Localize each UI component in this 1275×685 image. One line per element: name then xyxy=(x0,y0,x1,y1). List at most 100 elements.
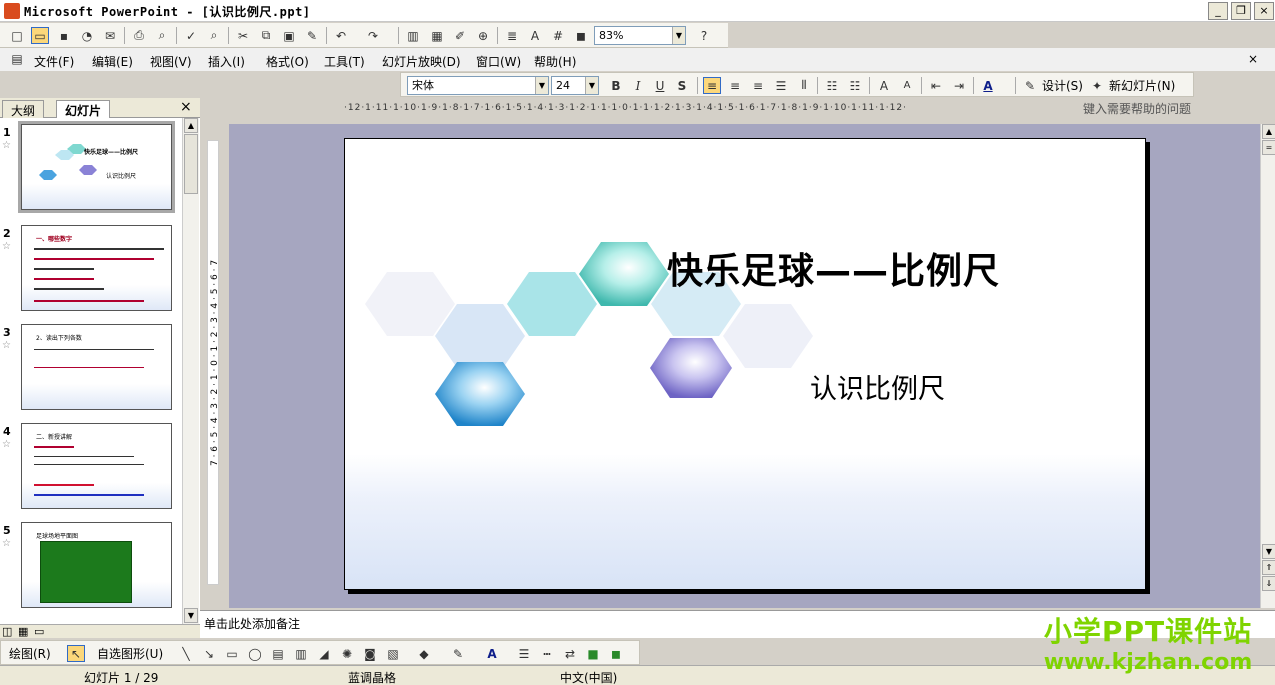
open-icon[interactable]: ▭ xyxy=(31,27,49,44)
fill-color-icon[interactable]: ◆ xyxy=(415,645,433,662)
menu-window[interactable]: 窗口(W) xyxy=(476,53,521,70)
increase-font-icon[interactable]: A xyxy=(875,77,893,94)
scroll-up-icon[interactable]: ▲ xyxy=(184,118,198,133)
close-panel-icon[interactable]: × xyxy=(180,99,192,115)
decrease-indent-icon[interactable]: ⇤ xyxy=(927,77,945,94)
print-icon[interactable]: ⎙ xyxy=(130,27,148,44)
font-color-icon[interactable]: A xyxy=(979,77,997,94)
zoom-combo[interactable]: 83% ▼ xyxy=(594,26,686,45)
3d-style-icon[interactable]: ◼ xyxy=(607,645,625,662)
chevron-down-icon[interactable]: ▼ xyxy=(585,77,598,94)
underline-button[interactable]: U xyxy=(651,77,669,94)
slideshow-view-icon[interactable]: ▭ xyxy=(34,625,44,638)
thumbnail-slide-5[interactable]: 足球场地平面图 xyxy=(21,522,172,608)
spelling-icon[interactable]: ✓ xyxy=(182,27,200,44)
menu-view[interactable]: 视图(V) xyxy=(150,53,192,70)
menu-file[interactable]: 文件(F) xyxy=(34,53,74,70)
workspace-scrollbar[interactable]: ▲ = ▼ ⇑ ⇓ xyxy=(1260,124,1275,608)
cut-icon[interactable]: ✂ xyxy=(234,27,252,44)
design-button[interactable]: 设计(S) xyxy=(1042,77,1083,94)
scroll-down-icon[interactable]: ▼ xyxy=(184,608,198,623)
font-name-combo[interactable]: 宋体 ▼ xyxy=(407,76,549,95)
distributed-icon[interactable]: ⫴ xyxy=(795,77,813,94)
rectangle-icon[interactable]: ▭ xyxy=(223,645,241,662)
arrow-style-icon[interactable]: ⇄ xyxy=(561,645,579,662)
dash-style-icon[interactable]: ┅ xyxy=(538,645,556,662)
textbox-icon[interactable]: ▤ xyxy=(269,645,287,662)
font-color-draw-icon[interactable]: A xyxy=(483,645,501,662)
show-formatting-icon[interactable]: A xyxy=(526,27,544,44)
new-icon[interactable]: □ xyxy=(8,27,26,44)
increase-indent-icon[interactable]: ⇥ xyxy=(950,77,968,94)
tab-outline[interactable]: 大纲 xyxy=(2,100,45,118)
new-slide-icon[interactable]: ✦ xyxy=(1088,77,1106,94)
menu-format[interactable]: 格式(O) xyxy=(266,53,309,70)
oval-icon[interactable]: ◯ xyxy=(246,645,264,662)
document-icon[interactable]: ▤ xyxy=(8,50,26,67)
line-color-icon[interactable]: ✎ xyxy=(449,645,467,662)
insert-table-icon[interactable]: ▦ xyxy=(428,27,446,44)
new-slide-button[interactable]: 新幻灯片(N) xyxy=(1109,77,1175,94)
email-icon[interactable]: ✉ xyxy=(101,27,119,44)
justify-icon[interactable]: ☰ xyxy=(772,77,790,94)
research-icon[interactable]: ⌕ xyxy=(205,27,223,44)
powerpoint-app-icon[interactable] xyxy=(4,3,20,19)
scroll-thumb[interactable] xyxy=(184,134,198,194)
slide-subtitle[interactable]: 认识比例尺 xyxy=(810,367,945,406)
chevron-down-icon[interactable]: ▼ xyxy=(672,27,685,44)
decrease-font-icon[interactable]: A xyxy=(898,77,916,94)
expand-all-icon[interactable]: ≣ xyxy=(503,27,521,44)
design-icon[interactable]: ✎ xyxy=(1021,77,1039,94)
italic-button[interactable]: I xyxy=(629,77,647,94)
clipart-icon[interactable]: ◙ xyxy=(361,645,379,662)
normal-view-icon[interactable]: ◫ xyxy=(2,625,12,638)
draw-menu-button[interactable]: 绘图(R) xyxy=(9,645,51,662)
minimize-button[interactable]: _ xyxy=(1208,2,1228,20)
picture-icon[interactable]: ▧ xyxy=(384,645,402,662)
color-grayscale-icon[interactable]: ◼ xyxy=(572,27,590,44)
insert-chart-icon[interactable]: ▥ xyxy=(404,27,422,44)
arrow-icon[interactable]: ↘ xyxy=(200,645,218,662)
paste-icon[interactable]: ▣ xyxy=(280,27,298,44)
next-slide-icon[interactable]: ⇓ xyxy=(1262,576,1275,591)
scroll-down-icon[interactable]: ▼ xyxy=(1262,544,1275,559)
thumbnail-slide-4[interactable]: 二、新授讲解 xyxy=(21,423,172,509)
close-document-icon[interactable]: × xyxy=(1248,52,1258,66)
align-right-icon[interactable]: ≡ xyxy=(749,77,767,94)
panel-scrollbar[interactable]: ▲ ▼ xyxy=(182,118,199,624)
tab-slides[interactable]: 幻灯片 xyxy=(56,100,111,118)
select-objects-icon[interactable]: ↖ xyxy=(67,645,85,662)
menu-tools[interactable]: 工具(T) xyxy=(324,53,365,70)
bullets-icon[interactable]: ☷ xyxy=(846,77,864,94)
thumbnail-slide-3[interactable]: 2、读出下列各数 xyxy=(21,324,172,410)
format-painter-icon[interactable]: ✎ xyxy=(303,27,321,44)
line-style-icon[interactable]: ☰ xyxy=(515,645,533,662)
redo-icon[interactable]: ↷ xyxy=(364,27,382,44)
line-icon[interactable]: ╲ xyxy=(177,645,195,662)
thumbnail-slide-1[interactable]: 快乐足球——比例尺 认识比例尺 xyxy=(18,121,175,213)
restore-button[interactable]: ❐ xyxy=(1231,2,1251,20)
bold-button[interactable]: B xyxy=(607,77,625,94)
copy-icon[interactable]: ⧉ xyxy=(257,27,275,44)
menu-slideshow[interactable]: 幻灯片放映(D) xyxy=(382,53,461,70)
save-icon[interactable]: ▪ xyxy=(55,27,73,44)
thumbnail-slide-2[interactable]: 一、哪些数字 xyxy=(21,225,172,311)
close-button[interactable]: × xyxy=(1254,2,1274,20)
hyperlink-icon[interactable]: ⊕ xyxy=(474,27,492,44)
previous-slide-icon[interactable]: ⇑ xyxy=(1262,560,1275,575)
menu-help[interactable]: 帮助(H) xyxy=(534,53,576,70)
undo-icon[interactable]: ↶ xyxy=(332,27,350,44)
menu-edit[interactable]: 编辑(E) xyxy=(92,53,133,70)
permission-icon[interactable]: ◔ xyxy=(78,27,96,44)
wordart-icon[interactable]: ◢ xyxy=(315,645,333,662)
show-grid-icon[interactable]: # xyxy=(549,27,567,44)
chevron-down-icon[interactable]: ▼ xyxy=(535,77,548,94)
diagram-icon[interactable]: ✺ xyxy=(338,645,356,662)
scroll-thumb[interactable]: = xyxy=(1262,140,1275,155)
tables-borders-icon[interactable]: ✐ xyxy=(451,27,469,44)
print-preview-icon[interactable]: ⌕ xyxy=(153,27,171,44)
slide-sorter-icon[interactable]: ▦ xyxy=(18,625,28,638)
help-icon[interactable]: ? xyxy=(695,27,713,44)
scroll-up-icon[interactable]: ▲ xyxy=(1262,124,1275,139)
align-left-icon[interactable]: ≡ xyxy=(703,77,721,94)
